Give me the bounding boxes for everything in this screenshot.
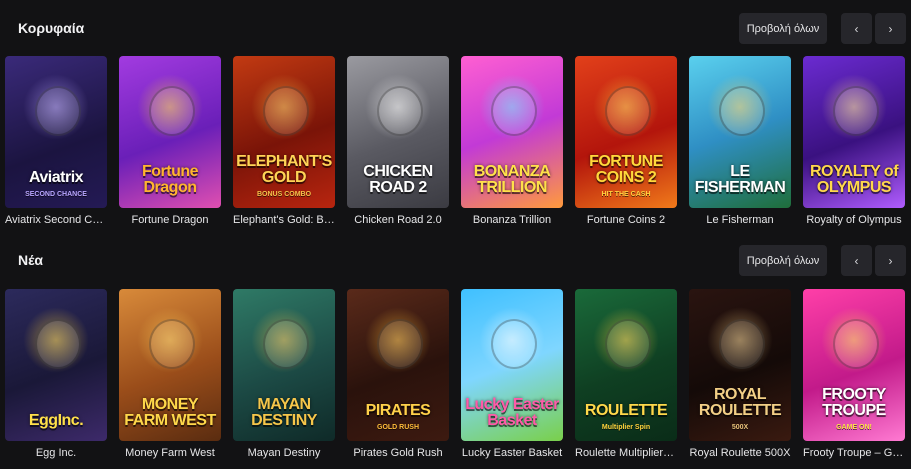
game-logo-subtitle: HIT THE CASH — [601, 191, 651, 198]
game-title[interactable]: Lucky Easter Basket — [461, 447, 563, 459]
game-logo-text: CHICKEN ROAD 2 — [363, 163, 433, 196]
game-title[interactable]: Fortune Dragon — [119, 214, 221, 226]
game-logo-subtitle: GOLD RUSH — [377, 424, 419, 431]
game-title[interactable]: Roulette Multiplier Spin — [575, 447, 677, 459]
game-card[interactable]: EggInc. Egg Inc. — [5, 289, 107, 459]
game-thumbnail[interactable]: ROYAL ROULETTE 500X — [689, 289, 791, 441]
game-thumbnail[interactable]: CHICKEN ROAD 2 — [347, 56, 449, 208]
game-thumbnail[interactable]: Fortune Dragon — [119, 56, 221, 208]
next-button[interactable]: › — [875, 245, 906, 276]
game-card[interactable]: CHICKEN ROAD 2 Chicken Road 2.0 — [347, 56, 449, 226]
artwork-character — [491, 319, 537, 369]
prev-button[interactable]: ‹ — [841, 13, 872, 44]
game-logo-subtitle: 500X — [731, 424, 749, 431]
game-thumbnail[interactable]: FORTUNE COINS 2 HIT THE CASH — [575, 56, 677, 208]
game-thumbnail[interactable]: LE FISHERMAN — [689, 56, 791, 208]
game-title[interactable]: Le Fisherman — [689, 214, 791, 226]
game-card[interactable]: ROULETTE Multiplier Spin Roulette Multipli… — [575, 289, 677, 459]
game-card[interactable]: LE FISHERMAN Le Fisherman — [689, 56, 791, 226]
game-thumbnail[interactable]: MONEY FARM WEST — [119, 289, 221, 441]
artwork-character — [833, 319, 879, 369]
game-title[interactable]: Royalty of Olympus — [803, 214, 905, 226]
game-thumbnail[interactable]: ELEPHANT'S GOLD BONUS COMBO — [233, 56, 335, 208]
game-title[interactable]: Pirates Gold Rush — [347, 447, 449, 459]
game-thumbnail[interactable]: MAYAN DESTINY — [233, 289, 335, 441]
game-title[interactable]: Elephant's Gold: Bonus Combo — [233, 214, 335, 226]
game-row: Aviatrix SECOND CHANCE Aviatrix Second Cha… — [5, 56, 911, 236]
game-logo-text: PIRATES — [365, 402, 431, 419]
game-logo-text: ROULETTE — [584, 402, 668, 419]
game-title[interactable]: Frooty Troupe – Game On — [803, 447, 905, 459]
artwork-character — [263, 86, 309, 136]
game-card[interactable]: FROOTY TROUPE GAME ON! Frooty Troupe – Gam… — [803, 289, 905, 459]
artwork-character — [719, 319, 765, 369]
game-title[interactable]: Egg Inc. — [5, 447, 107, 459]
game-title[interactable]: Mayan Destiny — [233, 447, 335, 459]
game-logo-text: ROYAL ROULETTE — [698, 386, 782, 419]
game-thumbnail[interactable]: PIRATES GOLD RUSH — [347, 289, 449, 441]
game-logo-subtitle: SECOND CHANCE — [25, 191, 87, 198]
game-card[interactable]: MONEY FARM WEST Money Farm West — [119, 289, 221, 459]
game-card[interactable]: Lucky Easter Basket Lucky Easter Basket — [461, 289, 563, 459]
game-logo-subtitle: BONUS COMBO — [256, 191, 312, 198]
game-logo-subtitle: Multiplier Spin — [601, 424, 651, 431]
artwork-character — [377, 319, 423, 369]
game-card[interactable]: PIRATES GOLD RUSH Pirates Gold Rush — [347, 289, 449, 459]
game-card[interactable]: ROYAL ROULETTE 500X Royal Roulette 500X — [689, 289, 791, 459]
artwork-character — [491, 86, 537, 136]
game-logo-text: BONANZA TRILLION — [473, 163, 551, 196]
artwork-character — [35, 86, 81, 136]
game-logo-text: ELEPHANT'S GOLD — [236, 153, 332, 186]
game-card[interactable]: ELEPHANT'S GOLD BONUS COMBO Elephant's Gol… — [233, 56, 335, 226]
game-logo-text: FROOTY TROUPE — [822, 386, 886, 419]
artwork-character — [833, 86, 879, 136]
game-logo-text: Lucky Easter Basket — [465, 396, 559, 429]
game-logo-text: MAYAN DESTINY — [251, 396, 317, 429]
artwork-character — [605, 319, 651, 369]
game-thumbnail[interactable]: Lucky Easter Basket — [461, 289, 563, 441]
game-card[interactable]: BONANZA TRILLION Bonanza Trillion — [461, 56, 563, 226]
game-logo-text: FORTUNE COINS 2 — [589, 153, 663, 186]
artwork-character — [35, 319, 81, 369]
section-title: Κορυφαία — [18, 20, 85, 36]
game-title[interactable]: Money Farm West — [119, 447, 221, 459]
artwork-character — [149, 86, 195, 136]
game-title[interactable]: Fortune Coins 2 — [575, 214, 677, 226]
game-title[interactable]: Royal Roulette 500X — [689, 447, 791, 459]
game-logo-text: ROYALTY of OLYMPUS — [809, 163, 899, 196]
section-title: Νέα — [18, 252, 44, 268]
game-thumbnail[interactable]: Aviatrix SECOND CHANCE — [5, 56, 107, 208]
game-logo-text: Fortune Dragon — [141, 163, 199, 196]
prev-button[interactable]: ‹ — [841, 245, 872, 276]
game-logo-text: Aviatrix — [28, 169, 84, 186]
game-card[interactable]: ROYALTY of OLYMPUS Royalty of Olympus — [803, 56, 905, 226]
game-logo-text: LE FISHERMAN — [694, 163, 786, 196]
view-all-button[interactable]: Προβολή όλων — [739, 245, 827, 276]
game-logo-subtitle: GAME ON! — [836, 424, 872, 431]
game-card[interactable]: Fortune Dragon Fortune Dragon — [119, 56, 221, 226]
game-title[interactable]: Aviatrix Second Chance — [5, 214, 107, 226]
game-logo-text: MONEY FARM WEST — [124, 396, 216, 429]
next-button[interactable]: › — [875, 13, 906, 44]
artwork-character — [719, 86, 765, 136]
game-thumbnail[interactable]: EggInc. — [5, 289, 107, 441]
artwork-character — [377, 86, 423, 136]
game-card[interactable]: Aviatrix SECOND CHANCE Aviatrix Second Cha… — [5, 56, 107, 226]
game-logo-text: EggInc. — [28, 412, 84, 429]
game-title[interactable]: Bonanza Trillion — [461, 214, 563, 226]
view-all-button[interactable]: Προβολή όλων — [739, 13, 827, 44]
game-row: EggInc. Egg Inc. MONEY FARM WEST Money Farm… — [5, 289, 911, 469]
game-thumbnail[interactable]: BONANZA TRILLION — [461, 56, 563, 208]
game-card[interactable]: FORTUNE COINS 2 HIT THE CASH Fortune Coins… — [575, 56, 677, 226]
artwork-character — [149, 319, 195, 369]
game-thumbnail[interactable]: ROYALTY of OLYMPUS — [803, 56, 905, 208]
artwork-character — [263, 319, 309, 369]
game-title[interactable]: Chicken Road 2.0 — [347, 214, 449, 226]
game-card[interactable]: MAYAN DESTINY Mayan Destiny — [233, 289, 335, 459]
artwork-character — [605, 86, 651, 136]
game-thumbnail[interactable]: ROULETTE Multiplier Spin — [575, 289, 677, 441]
game-thumbnail[interactable]: FROOTY TROUPE GAME ON! — [803, 289, 905, 441]
